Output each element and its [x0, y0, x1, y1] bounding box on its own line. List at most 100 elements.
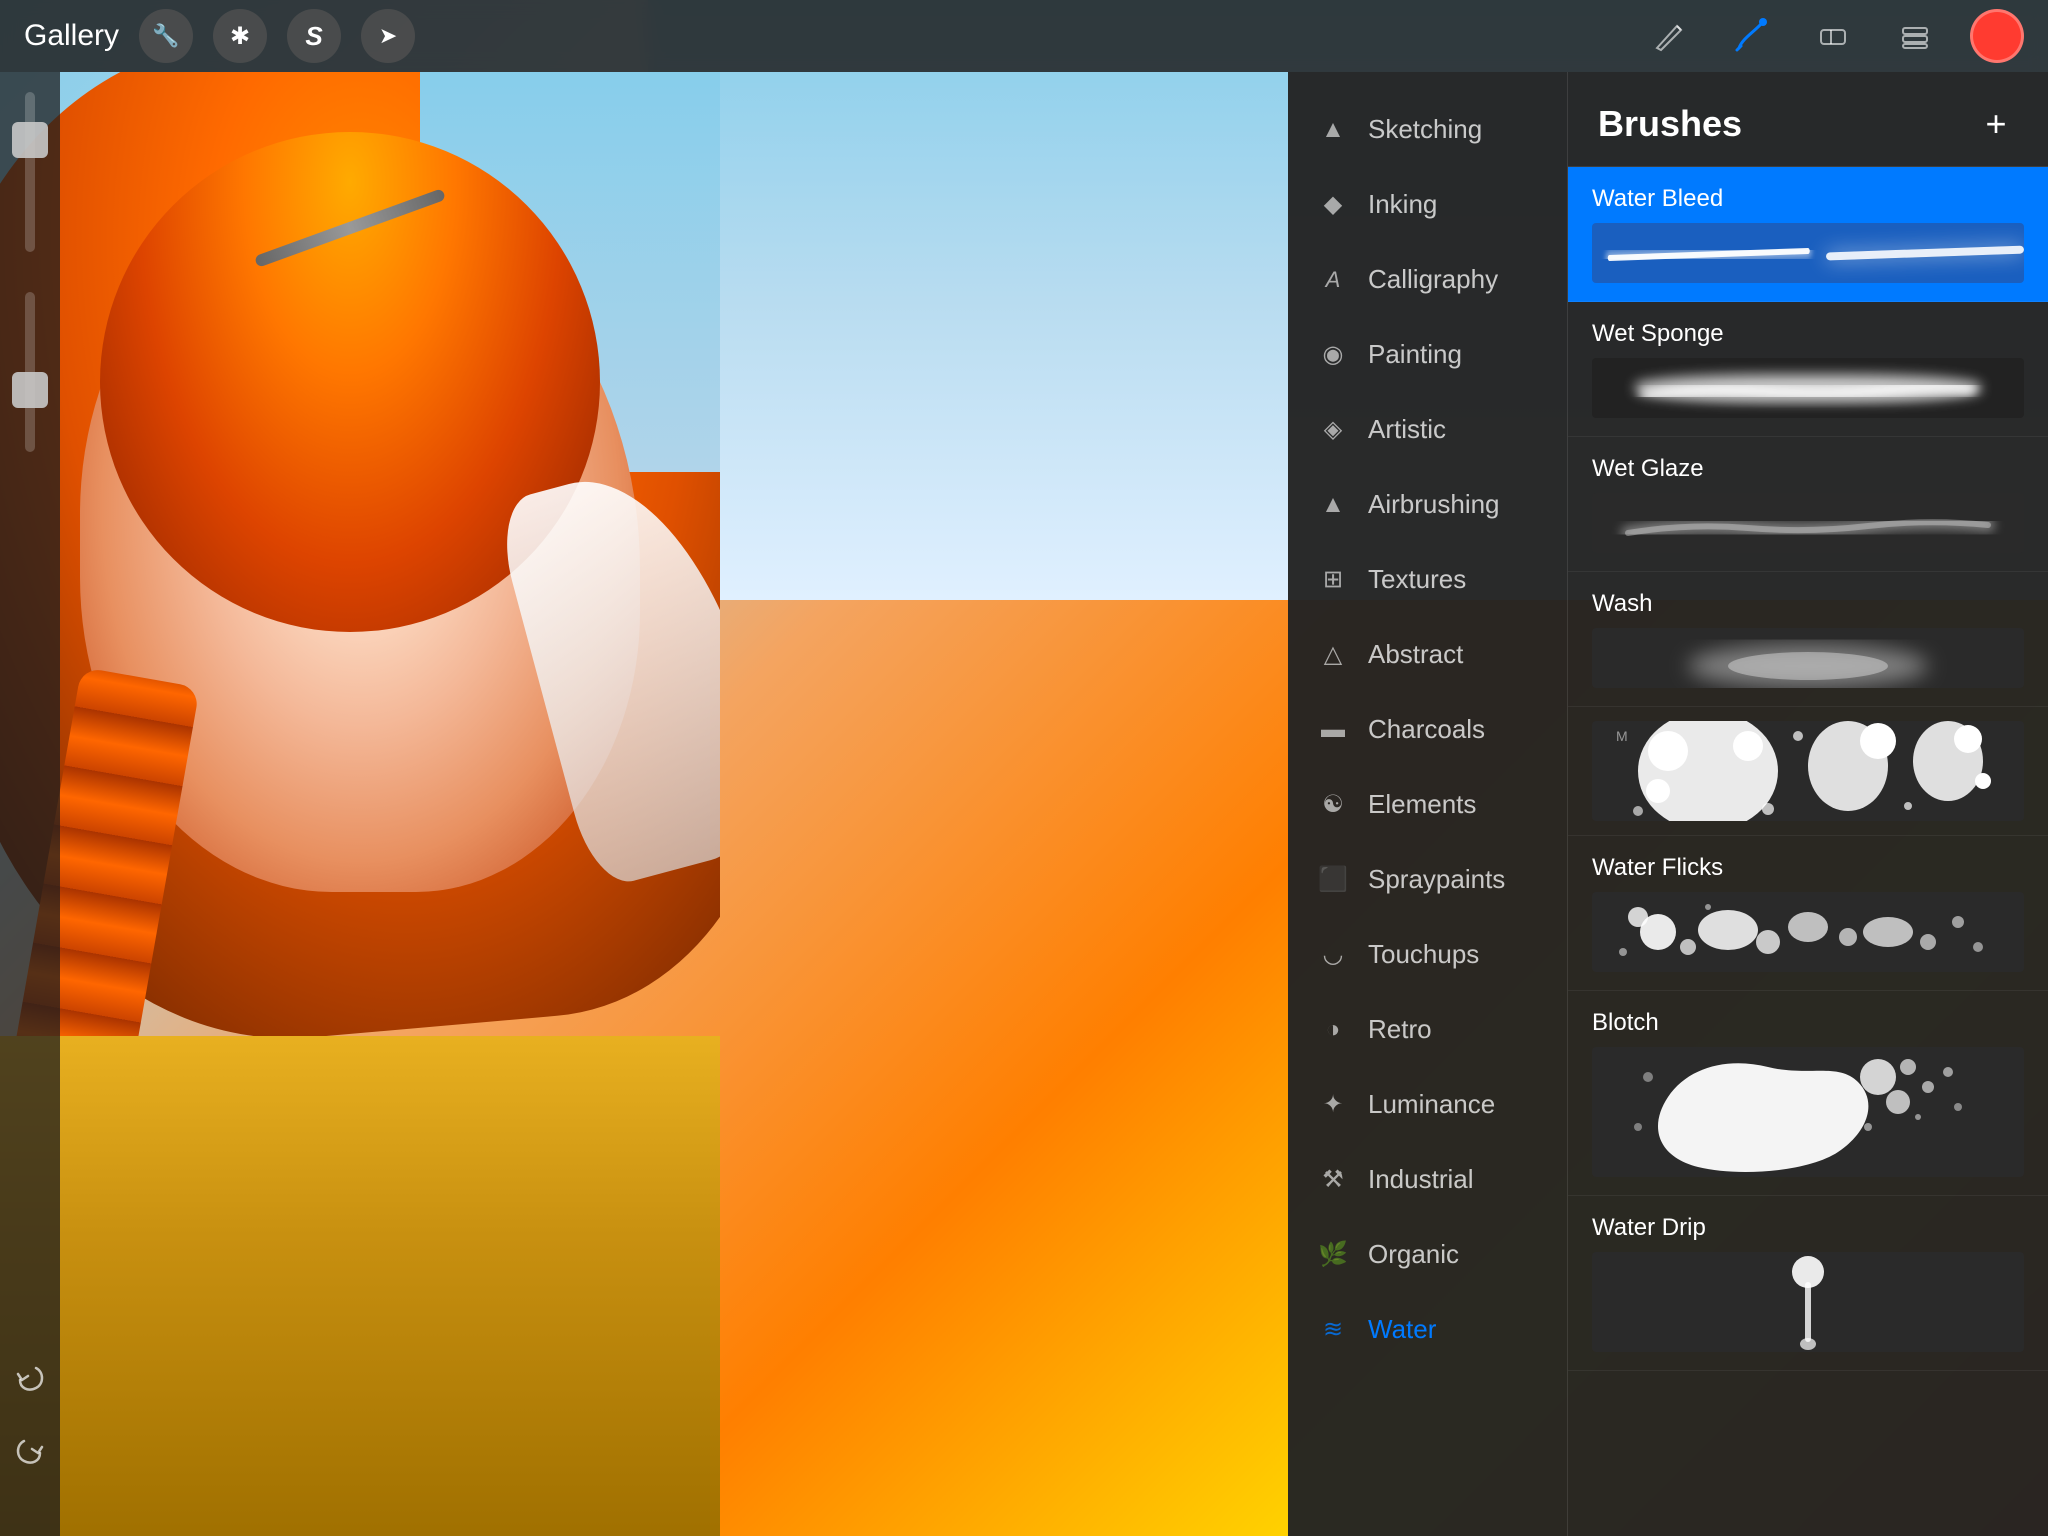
category-label-textures: Textures: [1368, 564, 1466, 595]
organic-icon: 🌿: [1318, 1240, 1348, 1269]
brush-item-water-drip[interactable]: Water Drip: [1568, 1196, 2048, 1371]
brush-item-wet-glaze[interactable]: Wet Glaze: [1568, 437, 2048, 572]
category-item-airbrushing[interactable]: ▲ Airbrushing: [1288, 467, 1567, 542]
category-label-touchups: Touchups: [1368, 939, 1479, 970]
sketching-icon: ▲: [1318, 116, 1348, 144]
category-label-charcoals: Charcoals: [1368, 714, 1485, 745]
category-label-organic: Organic: [1368, 1239, 1459, 1270]
size-slider-track[interactable]: [25, 292, 35, 452]
brush-item-wet-sponge[interactable]: Wet Sponge: [1568, 302, 2048, 437]
brush-preview-water-drip: [1592, 1252, 2024, 1352]
sidebar-sliders: [0, 92, 60, 452]
category-item-abstract[interactable]: △ Abstract: [1288, 617, 1567, 692]
color-picker[interactable]: [1970, 9, 2024, 63]
artistic-icon: ◈: [1318, 415, 1348, 444]
brush-name-water-bleed: Water Bleed: [1592, 185, 2024, 213]
category-item-retro[interactable]: ◑ Retro: [1288, 992, 1567, 1067]
painting-icon: ◉: [1318, 340, 1348, 369]
category-label-abstract: Abstract: [1368, 639, 1463, 670]
category-item-organic[interactable]: 🌿 Organic: [1288, 1217, 1567, 1292]
category-label-industrial: Industrial: [1368, 1164, 1474, 1195]
airbrushing-icon: ▲: [1318, 491, 1348, 519]
modify-icon: ✱: [230, 22, 250, 51]
brushes-panel: ▲ Sketching ◆ Inking A Calligraphy ◉ Pai…: [1288, 72, 2048, 1536]
category-item-artistic[interactable]: ◈ Artistic: [1288, 392, 1567, 467]
brush-name-wet-glaze: Wet Glaze: [1592, 455, 2024, 483]
brush-name-blotch: Blotch: [1592, 1009, 2024, 1037]
category-item-water[interactable]: ≋ Water: [1288, 1292, 1567, 1367]
category-item-touchups[interactable]: ◡ Touchups: [1288, 917, 1567, 992]
brush-preview-wet-sponge: [1592, 358, 2024, 418]
smudge-icon: S: [305, 21, 322, 52]
luminance-icon: ✦: [1318, 1090, 1348, 1119]
opacity-slider-track[interactable]: [25, 92, 35, 252]
eraser-tool-button[interactable]: [1806, 9, 1860, 63]
size-slider-thumb[interactable]: [12, 372, 48, 408]
category-label-inking: Inking: [1368, 189, 1437, 220]
inking-icon: ◆: [1318, 190, 1348, 219]
brush-item-blotch[interactable]: Blotch: [1568, 991, 2048, 1196]
elements-icon: ☯: [1318, 790, 1348, 819]
brush-list-panel: Brushes + Water Bleed Wet Sponge: [1568, 72, 2048, 1536]
category-item-spraypaints[interactable]: ⬛ Spraypaints: [1288, 842, 1567, 917]
brush-preview-water-bleed: [1592, 223, 2024, 283]
brush-item-water-bleed[interactable]: Water Bleed: [1568, 167, 2048, 302]
category-label-artistic: Artistic: [1368, 414, 1446, 445]
opacity-slider-thumb[interactable]: [12, 122, 48, 158]
brush-preview-water-splatter: M: [1592, 721, 2024, 821]
brush-tool-button[interactable]: [1724, 9, 1778, 63]
brush-preview-wet-glaze: [1592, 493, 2024, 553]
calligraphy-icon: A: [1318, 267, 1348, 293]
touchups-icon: ◡: [1318, 940, 1348, 969]
category-item-sketching[interactable]: ▲ Sketching: [1288, 92, 1567, 167]
category-item-inking[interactable]: ◆ Inking: [1288, 167, 1567, 242]
pencil-tool-button[interactable]: [1642, 9, 1696, 63]
water-icon: ≋: [1318, 1315, 1348, 1344]
gallery-button[interactable]: Gallery: [24, 19, 119, 53]
add-brush-button[interactable]: +: [1974, 102, 2018, 146]
category-label-sketching: Sketching: [1368, 114, 1482, 145]
category-label-luminance: Luminance: [1368, 1089, 1495, 1120]
transform-icon: ➤: [379, 23, 397, 49]
top-toolbar: Gallery 🔧 ✱ S ➤: [0, 0, 2048, 72]
industrial-icon: ⚒: [1318, 1165, 1348, 1194]
brush-name-water-drip: Water Drip: [1592, 1214, 2024, 1242]
brush-item-wash[interactable]: Wash: [1568, 572, 2048, 707]
category-label-painting: Painting: [1368, 339, 1462, 370]
category-label-elements: Elements: [1368, 789, 1476, 820]
category-item-textures[interactable]: ⊞ Textures: [1288, 542, 1567, 617]
brush-item-water-splatter[interactable]: M: [1568, 707, 2048, 836]
layers-tool-button[interactable]: [1888, 9, 1942, 63]
spraypaints-icon: ⬛: [1318, 865, 1348, 894]
smudge-button[interactable]: S: [287, 9, 341, 63]
category-item-elements[interactable]: ☯ Elements: [1288, 767, 1567, 842]
left-sidebar: [0, 72, 60, 1536]
brush-name-wet-sponge: Wet Sponge: [1592, 320, 2024, 348]
modify-button[interactable]: ✱: [213, 9, 267, 63]
toolbar-right: [1642, 9, 2024, 63]
category-label-retro: Retro: [1368, 1014, 1432, 1045]
brush-preview-blotch: [1592, 1047, 2024, 1177]
textures-icon: ⊞: [1318, 565, 1348, 594]
brushes-header: Brushes +: [1568, 72, 2048, 167]
charcoals-icon: ▬: [1318, 716, 1348, 744]
wrench-button[interactable]: 🔧: [139, 9, 193, 63]
brushes-title: Brushes: [1598, 103, 1742, 145]
category-item-charcoals[interactable]: ▬ Charcoals: [1288, 692, 1567, 767]
transform-button[interactable]: ➤: [361, 9, 415, 63]
brush-name-wash: Wash: [1592, 590, 2024, 618]
category-item-painting[interactable]: ◉ Painting: [1288, 317, 1567, 392]
retro-icon: ◑: [1318, 1016, 1348, 1044]
category-item-calligraphy[interactable]: A Calligraphy: [1288, 242, 1567, 317]
redo-button[interactable]: [12, 1433, 48, 1476]
category-item-luminance[interactable]: ✦ Luminance: [1288, 1067, 1567, 1142]
category-list: ▲ Sketching ◆ Inking A Calligraphy ◉ Pai…: [1288, 72, 1568, 1536]
undo-button[interactable]: [12, 1360, 48, 1403]
brush-item-water-flicks[interactable]: Water Flicks: [1568, 836, 2048, 991]
brush-preview-wash: [1592, 628, 2024, 688]
category-item-industrial[interactable]: ⚒ Industrial: [1288, 1142, 1567, 1217]
brush-preview-water-flicks: [1592, 892, 2024, 972]
toolbar-left: Gallery 🔧 ✱ S ➤: [24, 9, 415, 63]
category-label-calligraphy: Calligraphy: [1368, 264, 1498, 295]
category-label-water: Water: [1368, 1314, 1436, 1345]
